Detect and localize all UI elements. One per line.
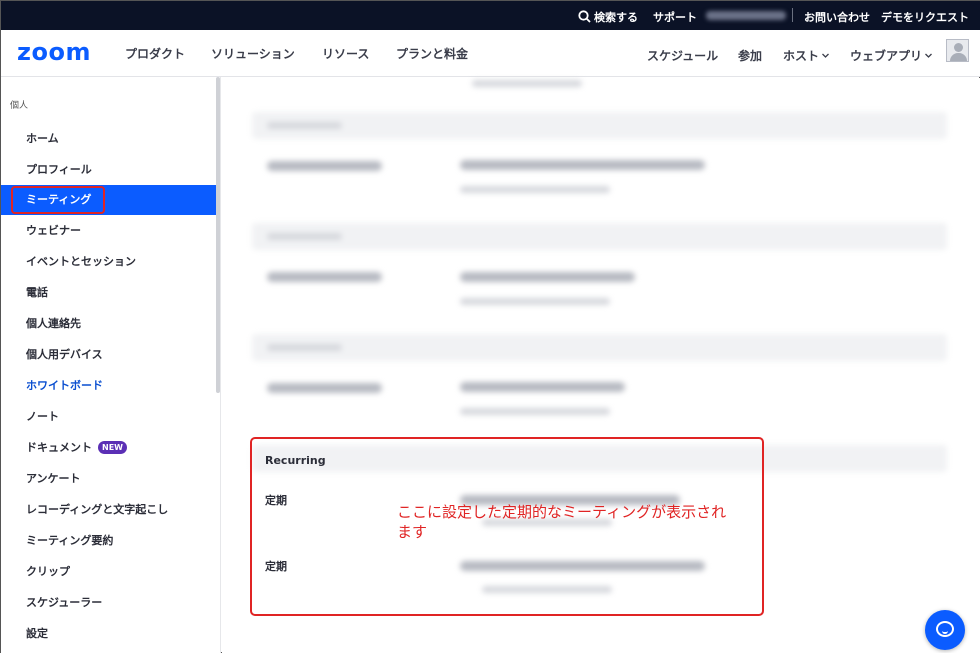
zoom-logo[interactable]: zoom	[17, 38, 91, 66]
sidebar-item-clips[interactable]: クリップ	[1, 557, 216, 587]
blurred-line	[267, 344, 342, 351]
blurred-line	[267, 233, 342, 240]
web-app-menu[interactable]: ウェブアプリ	[850, 47, 933, 64]
sidebar-scrollbar[interactable]	[216, 77, 220, 393]
search-label: 検索する	[594, 11, 638, 24]
blurred-line	[267, 272, 382, 282]
sidebar-item-docs[interactable]: ドキュメント NEW	[1, 433, 216, 463]
new-badge: NEW	[98, 441, 127, 454]
nav-products[interactable]: プロダクト	[125, 45, 185, 62]
host-label: ホスト	[783, 49, 820, 63]
search-link[interactable]: 検索する	[578, 9, 638, 25]
join-link[interactable]: 参加	[738, 47, 762, 64]
contact-link[interactable]: お問い合わせ	[804, 9, 870, 25]
sidebar-item-profile[interactable]: プロフィール	[1, 155, 216, 185]
chevron-down-icon	[925, 53, 932, 58]
sidebar-item-phone[interactable]: 電話	[1, 278, 216, 308]
sidebar-item-events[interactable]: イベントとセッション	[1, 247, 216, 277]
nav-solutions[interactable]: ソリューション	[211, 45, 295, 62]
web-app-label: ウェブアプリ	[850, 49, 923, 63]
sidebar-item-notes[interactable]: ノート	[1, 402, 216, 432]
chat-bubble-icon	[936, 621, 954, 637]
sidebar-item-contacts[interactable]: 個人連絡先	[1, 309, 216, 339]
sidebar-item-scheduler[interactable]: スケジューラー	[1, 588, 216, 618]
sidebar-item-summaries[interactable]: ミーティング要約	[1, 526, 216, 556]
blurred-line	[460, 408, 610, 415]
blurred-line	[267, 161, 382, 171]
date-header-band	[252, 334, 947, 361]
date-header-band	[252, 223, 947, 250]
chat-button[interactable]	[925, 610, 965, 650]
main-header: zoom プロダクト ソリューション リソース プランと料金 スケジュール 参加…	[1, 30, 980, 77]
meetings-list: Recurring 定期 定期 ここに設定した定期的なミーティングが表示されます	[222, 78, 980, 653]
blurred-line	[267, 383, 382, 393]
sidebar-item-webinars[interactable]: ウェビナー	[1, 216, 216, 246]
avatar-body	[950, 53, 967, 61]
divider	[792, 8, 793, 22]
blurred-user-info	[706, 11, 786, 20]
sidebar: 個人 ホーム プロフィール ミーティング ウェビナー イベントとセッション 電話…	[1, 77, 221, 653]
host-menu[interactable]: ホスト	[783, 47, 830, 64]
blurred-line	[460, 160, 705, 170]
blurred-line	[460, 186, 610, 193]
blurred-line	[267, 122, 342, 129]
search-icon	[578, 10, 591, 23]
sidebar-item-devices[interactable]: 個人用デバイス	[1, 340, 216, 370]
top-utility-bar: 検索する サポート お問い合わせ デモをリクエスト	[1, 1, 980, 30]
schedule-link[interactable]: スケジュール	[647, 47, 718, 64]
blurred-line	[472, 80, 582, 87]
request-demo-link[interactable]: デモをリクエスト	[881, 9, 969, 25]
nav-resources[interactable]: リソース	[322, 45, 369, 62]
blurred-line	[460, 298, 610, 305]
date-header-band	[252, 112, 947, 139]
sidebar-item-surveys[interactable]: アンケート	[1, 464, 216, 494]
avatar[interactable]	[946, 39, 969, 62]
avatar-head	[954, 43, 963, 52]
blurred-line	[460, 272, 635, 282]
sidebar-section-personal: 個人	[10, 101, 29, 111]
highlight-box-meetings	[11, 186, 105, 214]
annotation-text: ここに設定した定期的なミーティングが表示されます	[397, 503, 727, 541]
nav-plans-pricing[interactable]: プランと料金	[396, 45, 468, 62]
chevron-down-icon	[822, 53, 829, 58]
sidebar-item-settings[interactable]: 設定	[1, 619, 216, 649]
support-link[interactable]: サポート	[653, 9, 697, 25]
sidebar-item-home[interactable]: ホーム	[1, 124, 216, 154]
sidebar-item-recordings[interactable]: レコーディングと文字起こし	[1, 495, 216, 525]
sidebar-item-whiteboards[interactable]: ホワイトボード	[1, 371, 216, 401]
sidebar-item-label: ドキュメント	[26, 441, 92, 454]
blurred-line	[460, 382, 625, 392]
